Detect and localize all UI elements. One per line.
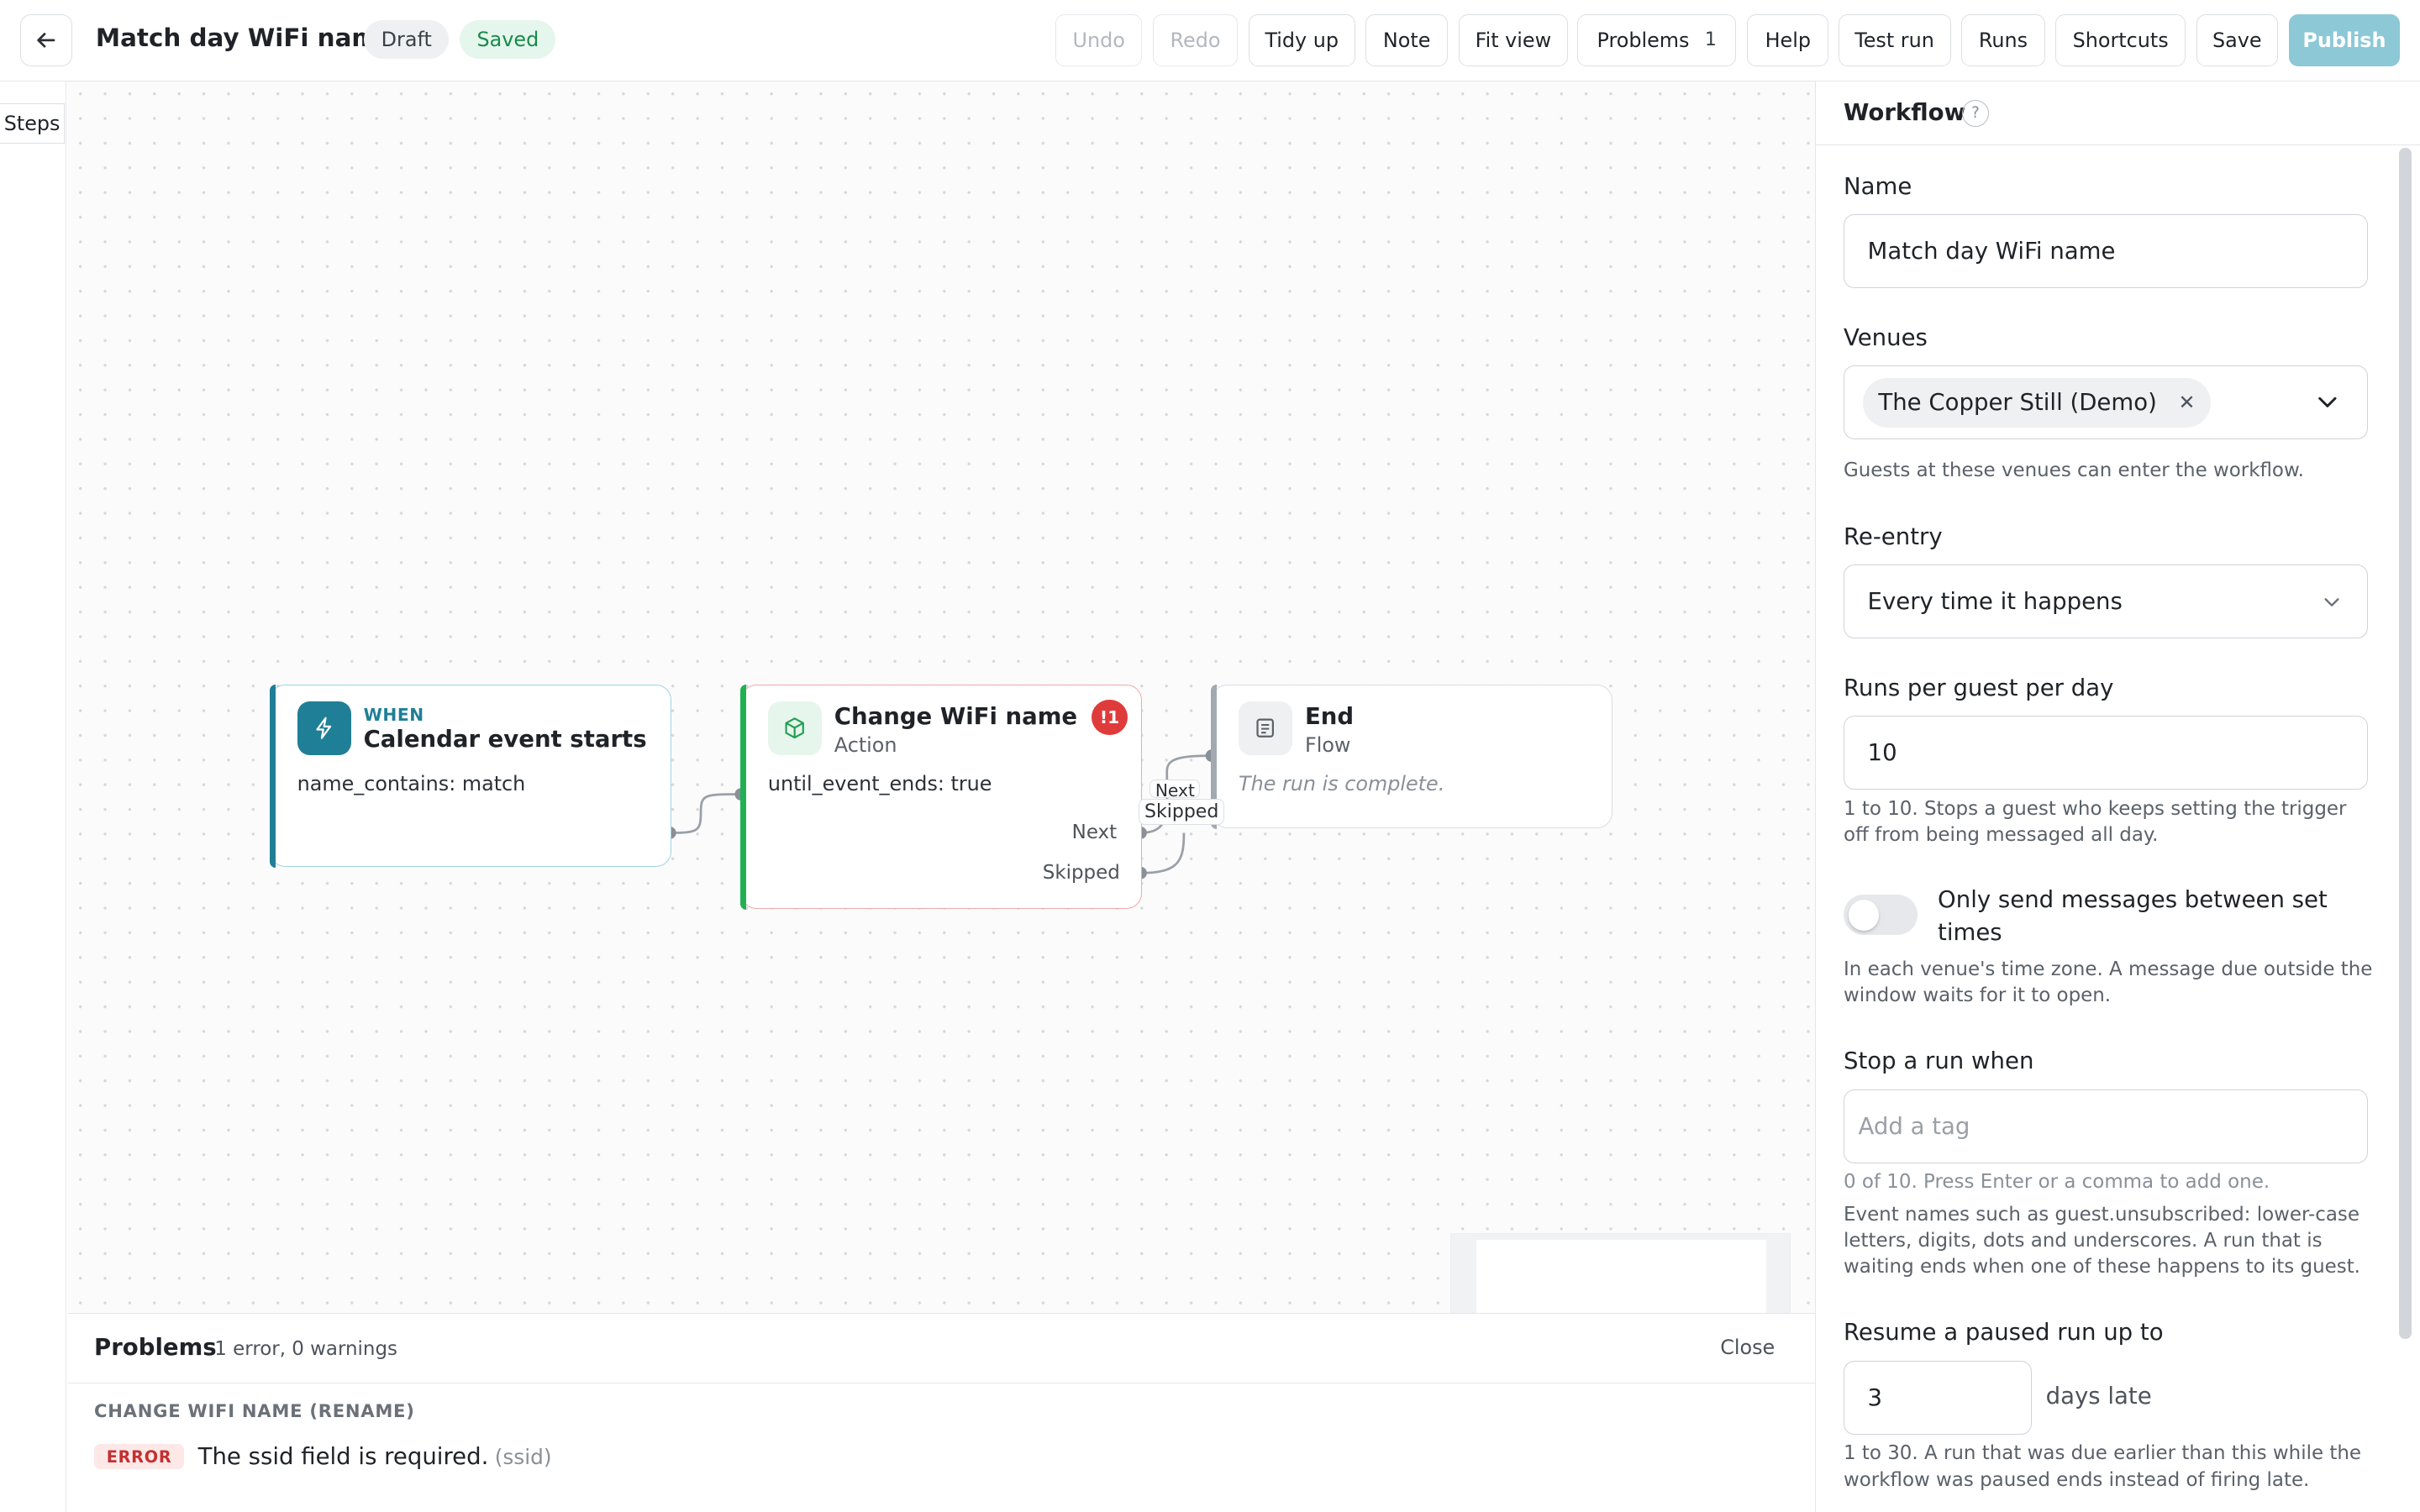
runs-per-day-input[interactable]: 10 [1844,716,2369,790]
problem-field: (ssid) [494,1444,552,1469]
name-label: Name [1844,172,1912,200]
tidy-up-button[interactable]: Tidy up [1248,13,1355,66]
node-subtitle: Action [834,733,897,758]
steps-rail: Steps [0,81,66,1512]
venue-chip-label: The Copper Still (Demo) [1878,389,2157,417]
send-window-toggle[interactable] [1844,895,1918,936]
draft-badge: Draft [364,19,449,59]
error-badge: ERROR [94,1444,185,1470]
close-icon[interactable]: ✕ [2179,391,2196,414]
inspector-scrollbar[interactable] [2399,148,2412,1340]
problems-count: 1 [1704,29,1717,51]
problems-button[interactable]: Problems 1 [1577,13,1737,66]
document-icon [1239,701,1293,756]
edge-label-next: Next [1150,779,1201,798]
node-title: Change WiFi name [834,702,1078,730]
problems-summary: 1 error, 0 warnings [214,1338,397,1361]
inspector-header: Workflow ? [1815,81,2420,145]
venue-chip: The Copper Still (Demo) ✕ [1863,377,2211,428]
shortcuts-button[interactable]: Shortcuts [2055,13,2186,66]
steps-tab[interactable]: Steps [0,103,66,144]
workflow-inspector: Workflow ? Name Match day WiFi name Venu… [1814,81,2420,1512]
close-problems-button[interactable]: Close [1720,1336,1775,1359]
undo-button[interactable]: Undo [1055,13,1143,66]
help-icon[interactable]: ? [1962,100,1989,127]
venues-help: Guests at these venues can enter the wor… [1844,459,2304,482]
node-error-badge[interactable]: !1 [1092,700,1128,736]
bolt-icon [297,701,351,756]
stop-run-count-help: 0 of 10. Press Enter or a comma to add o… [1844,1171,2270,1194]
minimap[interactable] [1450,1232,1791,1314]
saved-badge: Saved [460,19,556,59]
stop-run-label: Stop a run when [1844,1047,2034,1075]
runs-button[interactable]: Runs [1961,13,2045,66]
chevron-down-icon [2324,598,2339,607]
problems-panel: Problems 1 error, 0 warnings Close CHANG… [67,1313,1815,1512]
problem-message: The ssid field is required. [197,1443,489,1471]
venues-select[interactable]: The Copper Still (Demo) ✕ [1844,365,2369,440]
workflow-canvas[interactable]: WHEN Calendar event starts name_contains… [67,81,1815,1314]
port-label-skipped: Skipped [1042,861,1120,884]
resume-days-input[interactable]: 3 [1844,1360,2033,1436]
problems-button-label: Problems [1597,28,1690,52]
send-window-help: In each venue's time zone. A message due… [1844,958,2373,1006]
cube-icon [767,701,823,756]
resume-suffix: days late [2045,1382,2152,1410]
workflow-title: Match day WiFi name [95,23,394,52]
node-accent [269,684,276,869]
problems-title: Problems [94,1333,217,1361]
end-node[interactable]: End Flow The run is complete. [1210,684,1613,830]
name-input[interactable]: Match day WiFi name [1844,214,2369,289]
top-bar: Match day WiFi name Draft Saved Undo Red… [0,0,2420,82]
stop-run-tag-input[interactable]: Add a tag [1844,1089,2369,1163]
port-label-next: Next [1071,822,1118,844]
test-run-button[interactable]: Test run [1838,13,1951,66]
reentry-value: Every time it happens [1867,588,2123,616]
node-accent [739,684,747,910]
reentry-select[interactable]: Every time it happens [1844,564,2369,639]
node-description: The run is complete. [1239,772,1445,796]
reentry-label: Re-entry [1844,522,1943,550]
note-button[interactable]: Note [1365,13,1448,66]
chevron-down-icon [2318,396,2337,407]
minimap-viewport [1476,1239,1767,1314]
inspector-title: Workflow [1844,98,1966,126]
fit-view-button[interactable]: Fit view [1458,13,1569,66]
redo-button[interactable]: Redo [1153,13,1239,66]
stop-run-help: Event names such as guest.unsubscribed: … [1844,1203,2360,1278]
send-window-label: Only send messages between set times [1938,886,2328,946]
edge-trigger-to-action [670,793,741,835]
action-node[interactable]: Change WiFi name Action !1 until_event_e… [739,684,1143,910]
problem-group-title[interactable]: CHANGE WIFI NAME (RENAME) [94,1400,415,1421]
arrow-left-icon [37,33,55,48]
trigger-node[interactable]: WHEN Calendar event starts name_contains… [269,684,671,869]
venues-label: Venues [1844,323,1928,351]
node-subtitle: Flow [1304,733,1351,758]
node-title: Calendar event starts [363,726,647,753]
runs-per-day-help: 1 to 10. Stops a guest who keeps setting… [1844,797,2347,846]
problem-item[interactable]: ERROR The ssid field is required. (ssid) [94,1443,552,1471]
runs-per-day-label: Runs per guest per day [1844,674,2114,701]
node-kicker: WHEN [363,704,424,725]
help-button[interactable]: Help [1747,13,1829,66]
node-title: End [1304,702,1355,730]
resume-label: Resume a paused run up to [1844,1319,2164,1347]
problems-header: Problems 1 error, 0 warnings Close [67,1314,1815,1383]
publish-button[interactable]: Publish [2288,13,2401,66]
resume-help: 1 to 30. A run that was due earlier than… [1844,1442,2362,1491]
back-button[interactable] [19,13,73,66]
edge-label-skipped: Skipped [1139,799,1224,826]
node-config: name_contains: match [297,772,526,796]
edge-skipped-to-end [1140,832,1186,874]
save-button[interactable]: Save [2196,13,2278,66]
node-config: until_event_ends: true [767,772,992,796]
toggle-knob [1848,899,1880,931]
